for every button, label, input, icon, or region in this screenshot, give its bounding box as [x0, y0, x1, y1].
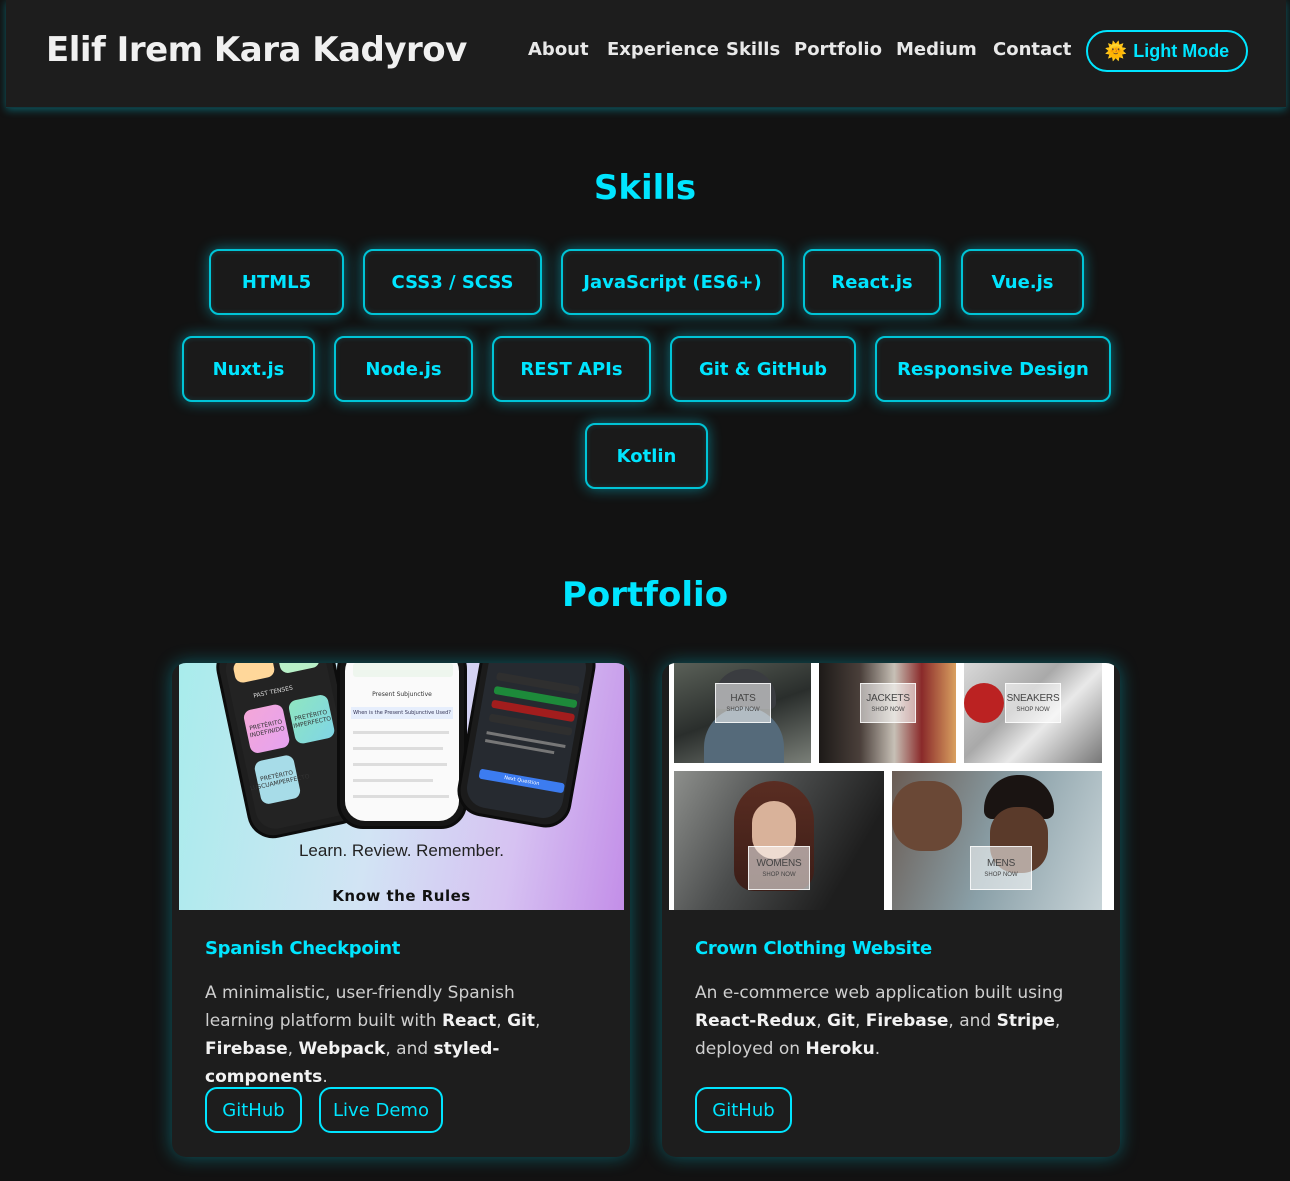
- brand-name[interactable]: Elif Irem Kara Kadyrov: [46, 30, 467, 70]
- nav-link-experience[interactable]: Experience: [607, 39, 719, 60]
- theme-toggle-button[interactable]: 🌞 Light Mode: [1086, 30, 1248, 72]
- project-title: Crown Clothing Website: [695, 938, 932, 959]
- image-subline: Know the Rules: [332, 887, 471, 905]
- nav-link-portfolio[interactable]: Portfolio: [794, 39, 882, 60]
- shop-now-label: SHOP NOW: [984, 872, 1018, 878]
- nav-link-skills[interactable]: Skills: [726, 39, 780, 60]
- screen-tile: PRETÉRITO INDEFINIDO: [242, 703, 291, 755]
- skill-badge: REST APIs: [492, 336, 651, 402]
- skill-badge: Git & GitHub: [670, 336, 856, 402]
- tech-term: Stripe: [996, 1011, 1055, 1031]
- project-description: A minimalistic, user-friendly Spanish le…: [205, 983, 541, 1087]
- tech-term: Firebase: [865, 1011, 949, 1031]
- nav-link-contact[interactable]: Contact: [993, 39, 1071, 60]
- project-card-crown-clothing: HATS SHOP NOW JACKETS SHOP NOW SNEAKERS …: [662, 663, 1120, 1157]
- project-card-spanish-checkpoint: PAST TENSES PRETÉRITO INDEFINIDO PRETÉRI…: [172, 663, 630, 1157]
- category-tile-jackets[interactable]: JACKETS SHOP NOW: [819, 663, 956, 763]
- skill-badge: React.js: [803, 249, 941, 315]
- live-demo-button[interactable]: Live Demo: [319, 1087, 443, 1133]
- screen-text: Present Subjunctive: [372, 691, 432, 698]
- tech-term: React: [441, 1011, 497, 1031]
- skill-badge: Kotlin: [585, 423, 708, 489]
- shop-now-label: SHOP NOW: [871, 707, 905, 713]
- nav-link-about[interactable]: About: [528, 39, 589, 60]
- tech-term: Git: [507, 1011, 535, 1031]
- category-name: MENS: [986, 858, 1016, 869]
- tech-term: Firebase: [205, 1039, 288, 1059]
- skill-badge: HTML5: [209, 249, 344, 315]
- screen-text: When is the Present Subjunctive Used?: [351, 707, 453, 719]
- navbar: Elif Irem Kara Kadyrov About Experience …: [6, 0, 1286, 108]
- category-name: SNEAKERS: [1006, 693, 1060, 704]
- github-button[interactable]: GitHub: [695, 1087, 792, 1133]
- shop-now-label: SHOP NOW: [762, 872, 796, 878]
- screen-tile: PRETÉRITO PLUSCUAMPERFECTO: [246, 753, 310, 806]
- shop-now-label: SHOP NOW: [1016, 707, 1050, 713]
- nav-link-medium[interactable]: Medium: [896, 39, 977, 60]
- project-title: Spanish Checkpoint: [205, 938, 401, 959]
- category-name: HATS: [730, 693, 756, 704]
- project-description: An e-commerce web application built usin…: [695, 983, 1064, 1059]
- category-tile-hats[interactable]: HATS SHOP NOW: [674, 663, 811, 763]
- screen-text: Next Question: [478, 768, 565, 794]
- shop-now-label: SHOP NOW: [726, 707, 760, 713]
- category-tile-mens[interactable]: MENS SHOP NOW: [892, 771, 1102, 910]
- github-button[interactable]: GitHub: [205, 1087, 302, 1133]
- tech-term: Webpack: [298, 1039, 386, 1059]
- screen-text: PAST TENSES: [252, 684, 294, 700]
- phone-mockup-center: Present Subjunctive When is the Present …: [337, 663, 467, 829]
- tech-term: React-Redux: [695, 1011, 817, 1031]
- skills-title: Skills: [593, 168, 697, 208]
- image-tagline: Learn. Review. Remember.: [298, 841, 505, 860]
- category-tile-sneakers[interactable]: SNEAKERS SHOP NOW: [964, 663, 1102, 763]
- skill-badge: Nuxt.js: [182, 336, 315, 402]
- skill-badge: Node.js: [334, 336, 473, 402]
- sun-icon: 🌞: [1104, 41, 1128, 61]
- skill-badge: Vue.js: [961, 249, 1084, 315]
- project-image-spanish-checkpoint: PAST TENSES PRETÉRITO INDEFINIDO PRETÉRI…: [179, 663, 624, 910]
- tech-term: Heroku: [805, 1039, 875, 1059]
- category-name: JACKETS: [866, 693, 910, 704]
- skill-badge: CSS3 / SCSS: [363, 249, 542, 315]
- screen-tile: PRETÉRITO IMPERFECTO: [287, 693, 336, 745]
- portfolio-title: Portfolio: [561, 575, 729, 615]
- category-name: WOMENS: [756, 858, 802, 869]
- tech-term: Git: [827, 1011, 855, 1031]
- category-tile-womens[interactable]: WOMENS SHOP NOW: [674, 771, 884, 910]
- skill-badge: Responsive Design: [875, 336, 1111, 402]
- theme-toggle-label: Light Mode: [1133, 40, 1230, 61]
- skill-badge: JavaScript (ES6+): [561, 249, 784, 315]
- project-image-crown-clothing: HATS SHOP NOW JACKETS SHOP NOW SNEAKERS …: [669, 663, 1114, 910]
